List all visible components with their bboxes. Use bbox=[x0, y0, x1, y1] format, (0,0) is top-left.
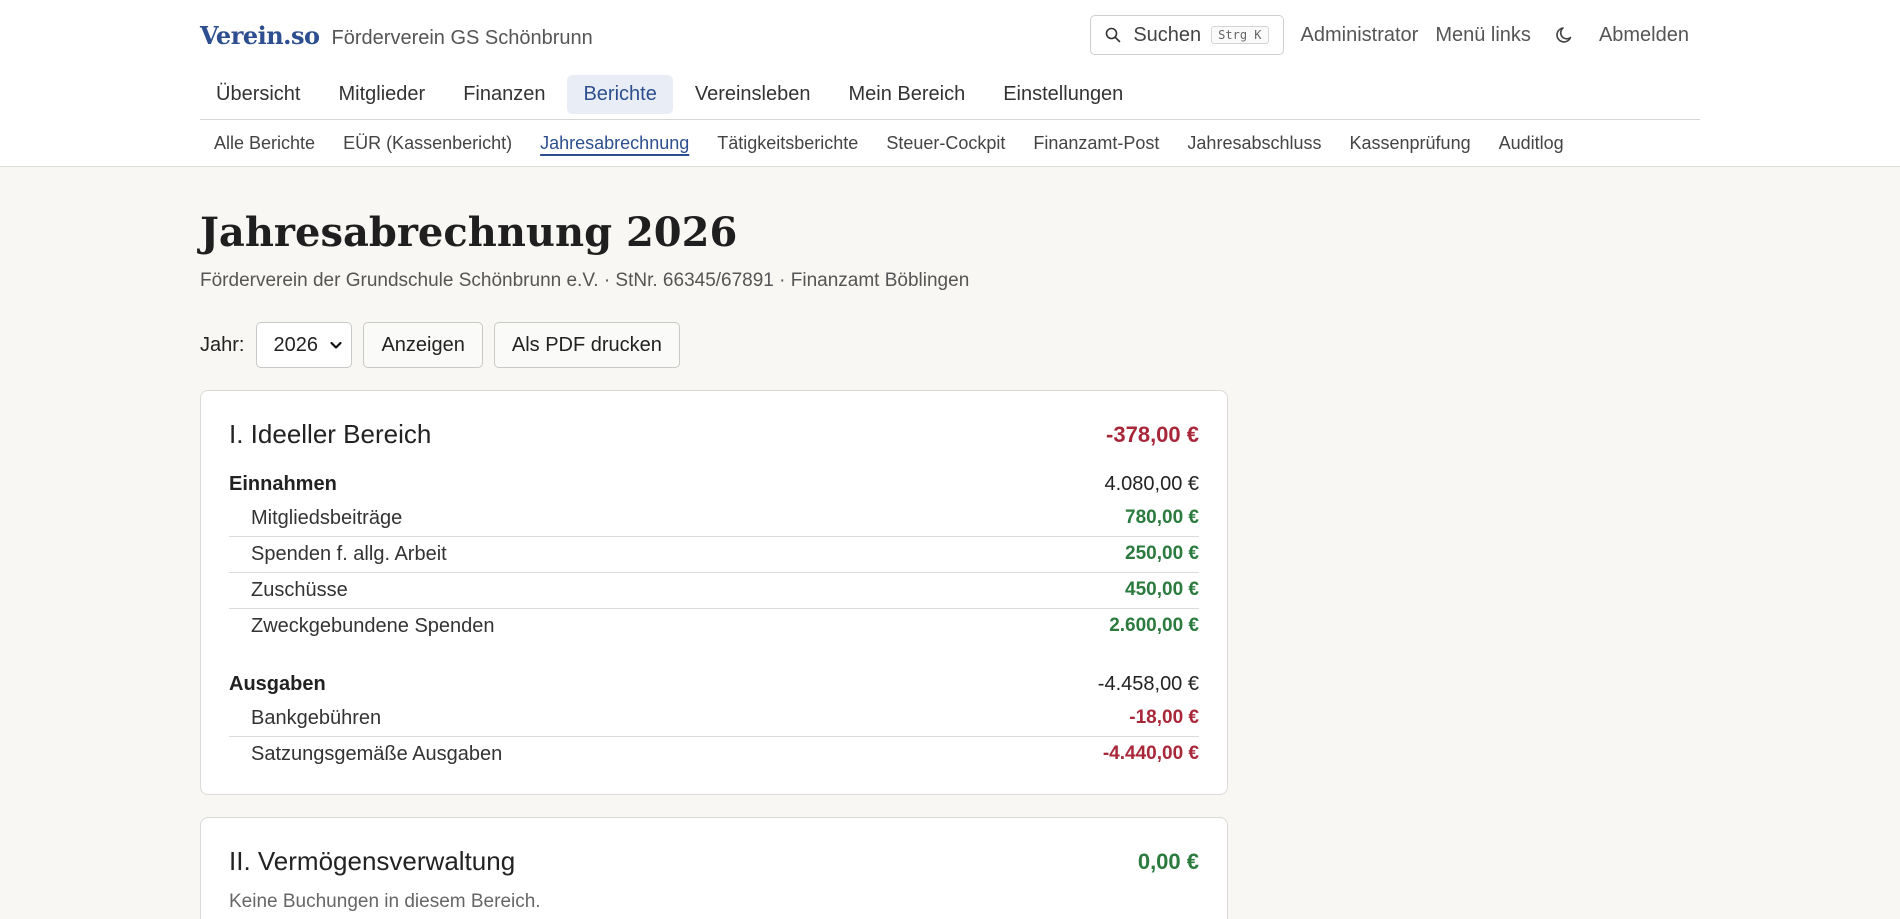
show-button[interactable]: Anzeigen bbox=[363, 322, 483, 368]
section-total: 0,00 € bbox=[1137, 848, 1199, 874]
subnav-kassenpruefung[interactable]: Kassenprüfung bbox=[1350, 133, 1471, 154]
subnav-jahresabschluss[interactable]: Jahresabschluss bbox=[1187, 133, 1321, 154]
section-ideeller-bereich: I. Ideeller Bereich -378,00 € Einnahmen … bbox=[200, 390, 1228, 795]
item-label: Satzungsgemäße Ausgaben bbox=[251, 743, 503, 765]
section-title: I. Ideeller Bereich bbox=[229, 419, 432, 449]
subnav-finanzamt-post[interactable]: Finanzamt-Post bbox=[1033, 133, 1159, 154]
subnav-jahresabrechnung[interactable]: Jahresabrechnung bbox=[540, 133, 689, 154]
section-title: II. Vermögensverwaltung bbox=[229, 846, 516, 876]
income-label: Einnahmen bbox=[229, 473, 337, 495]
item-label: Bankgebühren bbox=[251, 707, 382, 729]
item-amount: 2.600,00 € bbox=[1109, 615, 1199, 636]
list-item: Mitgliedsbeiträge 780,00 € bbox=[229, 501, 1199, 537]
logo[interactable]: Verein.so bbox=[200, 21, 320, 50]
item-amount: 780,00 € bbox=[1125, 507, 1199, 528]
search-icon bbox=[1106, 27, 1121, 43]
print-pdf-button[interactable]: Als PDF drucken bbox=[493, 322, 680, 368]
expense-total: -4.458,00 € bbox=[1097, 673, 1199, 695]
list-item: Zuschüsse 450,00 € bbox=[229, 573, 1199, 609]
section-header: II. Vermögensverwaltung 0,00 € bbox=[229, 846, 1199, 877]
report-controls: Jahr: 2026 Anzeigen Als PDF drucken bbox=[200, 322, 1700, 368]
item-label: Mitgliedsbeiträge bbox=[251, 507, 403, 529]
item-amount: -18,00 € bbox=[1129, 707, 1199, 728]
item-amount: -4.440,00 € bbox=[1102, 743, 1199, 764]
year-label: Jahr: bbox=[200, 333, 245, 356]
subnav-steuer-cockpit[interactable]: Steuer-Cockpit bbox=[886, 133, 1005, 154]
page-title: Jahresabrechnung 2026 bbox=[200, 209, 738, 256]
nav-berichte[interactable]: Berichte bbox=[567, 75, 673, 114]
main-content: Jahresabrechnung 2026 Förderverein der G… bbox=[200, 167, 1700, 919]
brand: Verein.so Förderverein GS Schönbrunn bbox=[200, 21, 593, 50]
section-vermoegensverwaltung: II. Vermögensverwaltung 0,00 € Keine Buc… bbox=[200, 817, 1228, 919]
list-item: Spenden f. allg. Arbeit 250,00 € bbox=[229, 537, 1199, 573]
moon-icon[interactable] bbox=[1555, 25, 1575, 45]
nav-finanzen[interactable]: Finanzen bbox=[447, 75, 561, 114]
subnav-auditlog[interactable]: Auditlog bbox=[1499, 133, 1564, 154]
search-button[interactable]: Suchen Strg K bbox=[1090, 15, 1284, 55]
item-label: Zuschüsse bbox=[251, 579, 348, 601]
nav-mein-bereich[interactable]: Mein Bereich bbox=[833, 75, 982, 114]
subnav-eur[interactable]: EÜR (Kassenbericht) bbox=[343, 133, 512, 154]
item-amount: 450,00 € bbox=[1125, 579, 1199, 600]
admin-link[interactable]: Administrator bbox=[1301, 24, 1419, 47]
income-group: Einnahmen 4.080,00 € bbox=[229, 468, 1199, 501]
subnav-alle-berichte[interactable]: Alle Berichte bbox=[214, 133, 315, 154]
header-actions: Suchen Strg K Administrator Menü links A… bbox=[1090, 15, 1700, 55]
list-item: Zweckgebundene Spenden 2.600,00 € bbox=[229, 609, 1199, 644]
income-list: Mitgliedsbeiträge 780,00 € Spenden f. al… bbox=[229, 501, 1199, 644]
search-shortcut: Strg K bbox=[1211, 26, 1269, 44]
subnav-taetigkeitsberichte[interactable]: Tätigkeitsberichte bbox=[717, 133, 858, 154]
section-header: I. Ideeller Bereich -378,00 € bbox=[229, 419, 1199, 450]
year-value: 2026 bbox=[273, 333, 318, 356]
list-item: Bankgebühren -18,00 € bbox=[229, 701, 1199, 737]
empty-state: Keine Buchungen in diesem Bereich. bbox=[229, 891, 541, 912]
nav-uebersicht[interactable]: Übersicht bbox=[200, 75, 316, 114]
header: Verein.so Förderverein GS Schönbrunn Suc… bbox=[200, 0, 1700, 70]
chevron-down-icon bbox=[330, 341, 343, 349]
year-select[interactable]: 2026 bbox=[256, 322, 353, 368]
search-label: Suchen bbox=[1133, 23, 1202, 46]
main-nav: Übersicht Mitglieder Finanzen Berichte V… bbox=[200, 70, 1700, 120]
income-total: 4.080,00 € bbox=[1104, 473, 1199, 495]
nav-vereinsleben[interactable]: Vereinsleben bbox=[679, 75, 827, 114]
item-label: Zweckgebundene Spenden bbox=[251, 615, 495, 637]
org-name: Förderverein GS Schönbrunn bbox=[331, 26, 593, 49]
logout-link[interactable]: Abmelden bbox=[1599, 24, 1689, 47]
item-amount: 250,00 € bbox=[1125, 543, 1199, 564]
nav-mitglieder[interactable]: Mitglieder bbox=[322, 75, 441, 114]
expense-group: Ausgaben -4.458,00 € bbox=[229, 668, 1199, 701]
expense-label: Ausgaben bbox=[229, 673, 326, 695]
nav-einstellungen[interactable]: Einstellungen bbox=[987, 75, 1139, 114]
expense-list: Bankgebühren -18,00 € Satzungsgemäße Aus… bbox=[229, 701, 1199, 772]
menu-left-link[interactable]: Menü links bbox=[1435, 24, 1531, 47]
section-total: -378,00 € bbox=[1106, 421, 1199, 447]
item-label: Spenden f. allg. Arbeit bbox=[251, 543, 447, 565]
sub-nav: Alle Berichte EÜR (Kassenbericht) Jahres… bbox=[200, 120, 1700, 166]
page-subtitle: Förderverein der Grundschule Schönbrunn … bbox=[200, 270, 970, 291]
top-bar: Verein.so Förderverein GS Schönbrunn Suc… bbox=[0, 0, 1900, 167]
list-item: Satzungsgemäße Ausgaben -4.440,00 € bbox=[229, 737, 1199, 772]
